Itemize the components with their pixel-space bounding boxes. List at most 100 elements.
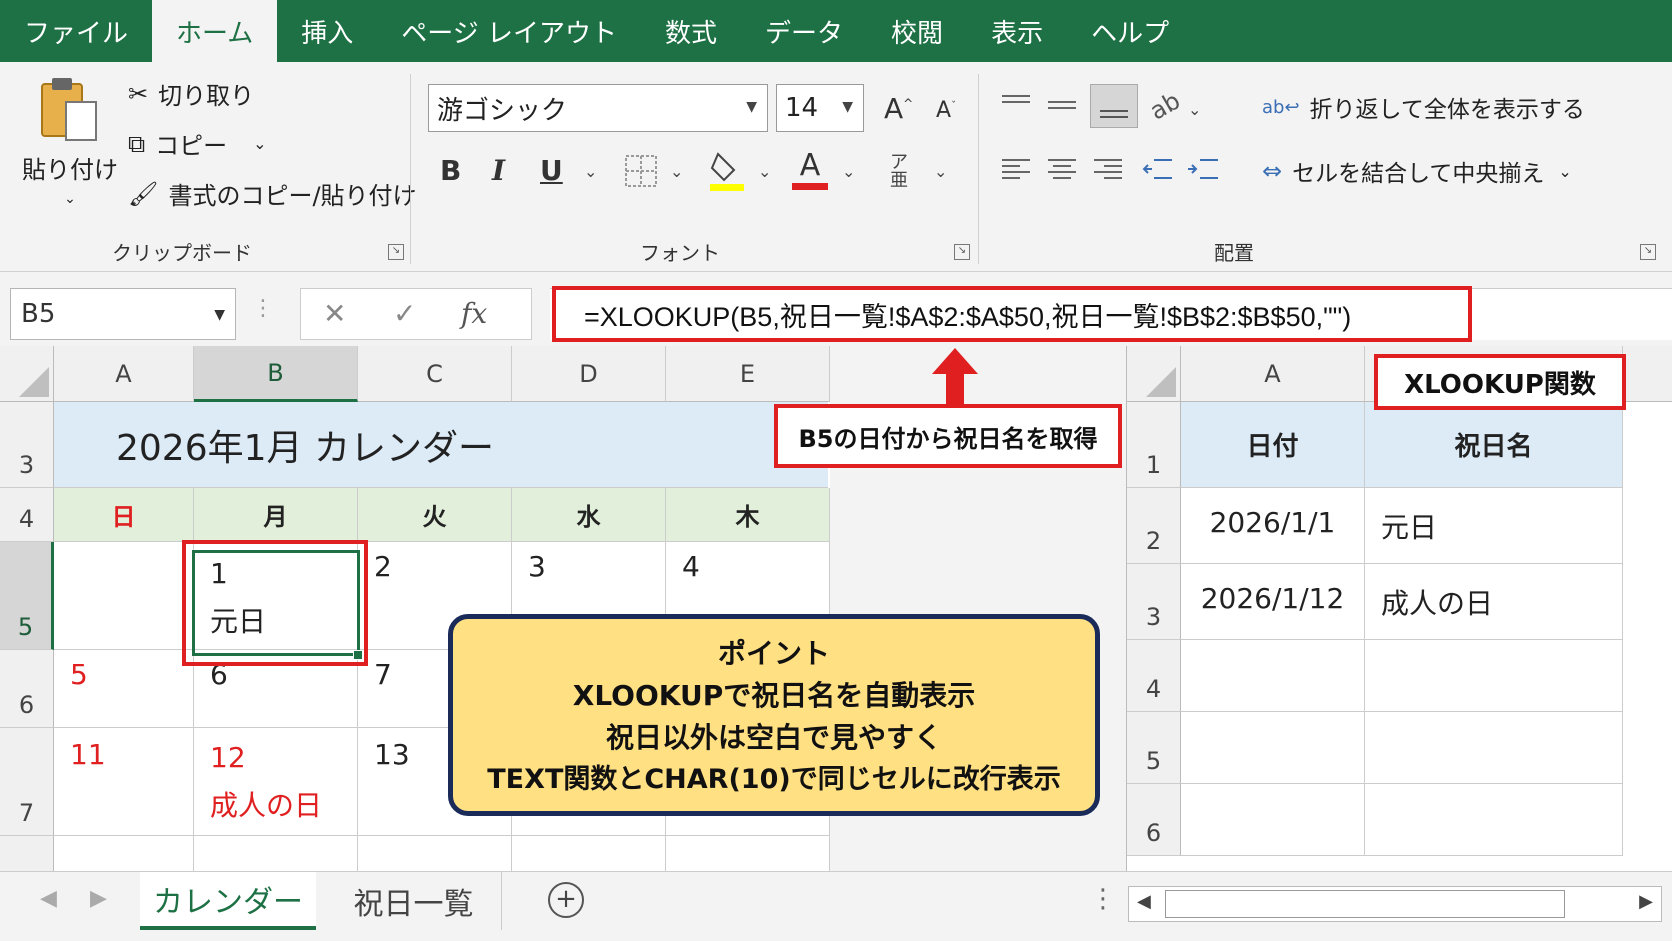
scrollbar-thumb[interactable] xyxy=(1165,890,1565,918)
tab-home[interactable]: ホーム xyxy=(152,0,278,62)
header-date-cell[interactable]: 日付 xyxy=(1181,402,1365,488)
phonetic-icon[interactable]: ア亜 xyxy=(890,154,908,190)
insert-function-icon[interactable]: fx xyxy=(461,297,487,330)
horizontal-scrollbar[interactable]: ◀ ▶ xyxy=(1128,886,1662,922)
alignment-launcher-icon[interactable]: ↘ xyxy=(1640,244,1656,260)
row-header-3[interactable]: 3 xyxy=(1127,564,1181,640)
cell-d8[interactable] xyxy=(512,836,666,871)
scroll-right-arrow-icon[interactable]: ▶ xyxy=(1639,891,1653,912)
name-cell-row6[interactable] xyxy=(1365,784,1623,856)
italic-button[interactable]: I xyxy=(492,154,505,187)
date-cell-row3[interactable]: 2026/1/12 xyxy=(1181,564,1365,640)
day-header-thu[interactable]: 木 xyxy=(666,488,830,542)
column-header-a[interactable]: A xyxy=(1181,346,1365,402)
row-header-4[interactable]: 4 xyxy=(0,488,54,542)
header-holiday-name-cell[interactable]: 祝日名 xyxy=(1365,402,1623,488)
sheet-tab-holiday-list[interactable]: 祝日一覧 xyxy=(326,872,502,930)
align-left-icon[interactable] xyxy=(998,154,1034,188)
tab-insert[interactable]: 挿入 xyxy=(277,0,377,62)
chevron-down-icon[interactable]: ⌄ xyxy=(584,162,597,181)
font-name-combo[interactable]: 游ゴシック ▼ xyxy=(428,84,768,132)
calendar-title-cell[interactable]: 2026年1月 カレンダー xyxy=(54,402,828,488)
copy-button[interactable]: ⧉ コピー ⌄ xyxy=(128,126,267,161)
chevron-down-icon[interactable]: ⌄ xyxy=(842,162,855,181)
align-middle-icon[interactable] xyxy=(1044,90,1080,120)
cell-b7[interactable]: 12 成人の日 xyxy=(194,728,358,836)
align-bottom-button[interactable] xyxy=(1090,84,1138,128)
tab-view[interactable]: 表示 xyxy=(967,0,1067,62)
tab-data[interactable]: データ xyxy=(741,0,867,62)
formula-bar-handle-icon[interactable]: ⋮ xyxy=(252,296,274,321)
row-header-6[interactable]: 6 xyxy=(1127,784,1181,856)
row-header-4[interactable]: 4 xyxy=(1127,640,1181,712)
row-header-5[interactable]: 5 xyxy=(0,542,54,650)
day-header-wed[interactable]: 水 xyxy=(512,488,666,542)
row-header-6[interactable]: 6 xyxy=(0,650,54,728)
date-cell-row5[interactable] xyxy=(1181,712,1365,784)
scroll-left-arrow-icon[interactable]: ◀ xyxy=(1137,891,1151,912)
date-cell-row2[interactable]: 2026/1/1 xyxy=(1181,488,1365,564)
fill-color-icon[interactable] xyxy=(708,148,748,192)
enter-icon[interactable]: ✓ xyxy=(393,297,416,330)
cell-a8[interactable] xyxy=(54,836,194,871)
paste-button[interactable]: 貼り付け ⌄ xyxy=(22,76,118,207)
row-header-7[interactable]: 7 xyxy=(0,728,54,836)
row-header-5[interactable]: 5 xyxy=(1127,712,1181,784)
day-header-mon[interactable]: 月 xyxy=(194,488,358,542)
name-cell-row2[interactable]: 元日 xyxy=(1365,488,1623,564)
align-top-icon[interactable] xyxy=(998,90,1034,120)
chevron-down-icon[interactable]: ⌄ xyxy=(758,162,771,181)
row-header-3[interactable]: 3 xyxy=(0,402,54,488)
font-size-combo[interactable]: 14 ▼ xyxy=(776,84,864,132)
row-header-8[interactable] xyxy=(0,836,54,871)
font-launcher-icon[interactable]: ↘ xyxy=(954,244,970,260)
increase-font-icon[interactable]: A^ xyxy=(884,92,913,125)
chevron-down-icon[interactable]: ⌄ xyxy=(1188,100,1201,119)
date-cell-row6[interactable] xyxy=(1181,784,1365,856)
cut-button[interactable]: ✂ 切り取り xyxy=(128,76,254,111)
column-header-d[interactable]: D xyxy=(512,346,666,402)
name-cell-row4[interactable] xyxy=(1365,640,1623,712)
chevron-down-icon[interactable]: ⌄ xyxy=(670,162,683,181)
day-header-tue[interactable]: 火 xyxy=(358,488,512,542)
formula-input[interactable]: =XLOOKUP(B5,祝日一覧!$A$2:$A$50,祝日一覧!$B$2:$B… xyxy=(552,286,1472,342)
column-header-c[interactable]: C xyxy=(358,346,512,402)
row-header-2[interactable]: 2 xyxy=(1127,488,1181,564)
date-cell-row4[interactable] xyxy=(1181,640,1365,712)
orientation-icon[interactable]: ab xyxy=(1145,86,1185,125)
align-right-icon[interactable] xyxy=(1090,154,1126,188)
wrap-text-button[interactable]: ab↩ 折り返して全体を表示する xyxy=(1262,90,1585,124)
name-cell-row3[interactable]: 成人の日 xyxy=(1365,564,1623,640)
align-center-icon[interactable] xyxy=(1044,154,1080,188)
column-header-b[interactable]: B xyxy=(194,346,358,402)
day-header-sun[interactable]: 日 xyxy=(54,488,194,542)
decrease-indent-icon[interactable] xyxy=(1140,154,1176,188)
tab-file[interactable]: ファイル xyxy=(0,0,152,62)
sheet-tab-calendar[interactable]: カレンダー xyxy=(140,872,316,930)
cell-b8[interactable] xyxy=(194,836,358,871)
column-header-c[interactable] xyxy=(1623,346,1672,402)
select-all-corner[interactable] xyxy=(0,346,54,402)
border-icon[interactable] xyxy=(624,154,658,188)
cell-c8[interactable] xyxy=(358,836,512,871)
cell-a7[interactable]: 11 xyxy=(54,728,194,836)
cancel-icon[interactable]: ✕ xyxy=(323,297,346,330)
underline-button[interactable]: U xyxy=(540,154,563,187)
chevron-down-icon[interactable]: ⌄ xyxy=(934,162,947,181)
column-header-a[interactable]: A xyxy=(54,346,194,402)
cell-a5[interactable] xyxy=(54,542,194,650)
more-options-icon[interactable]: ⋮ xyxy=(1090,884,1116,914)
name-box[interactable]: B5 ▼ xyxy=(10,288,236,340)
format-painter-button[interactable]: 🖌 書式のコピー/貼り付け xyxy=(128,176,417,211)
tab-review[interactable]: 校閲 xyxy=(867,0,967,62)
clipboard-launcher-icon[interactable]: ↘ xyxy=(388,244,404,260)
increase-indent-icon[interactable] xyxy=(1186,154,1222,188)
tab-formulas[interactable]: 数式 xyxy=(641,0,741,62)
row-header-1[interactable]: 1 xyxy=(1127,402,1181,488)
scroll-left-icon[interactable]: ◀ xyxy=(40,886,57,911)
merge-center-button[interactable]: ⇔ セルを結合して中央揃え ⌄ xyxy=(1262,154,1572,188)
select-all-corner[interactable] xyxy=(1127,346,1181,402)
cell-a6[interactable]: 5 xyxy=(54,650,194,728)
add-sheet-button[interactable]: + xyxy=(548,882,584,918)
tab-help[interactable]: ヘルプ xyxy=(1067,0,1193,62)
